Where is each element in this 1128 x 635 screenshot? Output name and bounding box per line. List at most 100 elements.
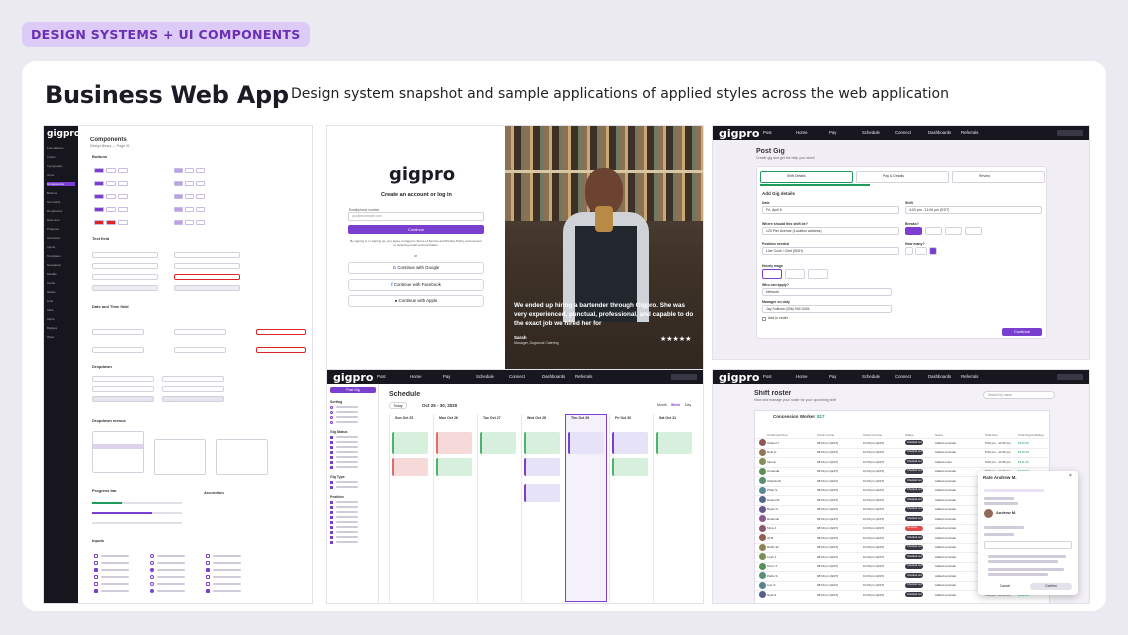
form-field[interactable]: Line Cook / Chef (BOH) xyxy=(762,247,899,255)
sample-dropdown-menu[interactable] xyxy=(92,431,144,473)
nav-item-post[interactable]: Post xyxy=(763,374,772,379)
gig-card[interactable] xyxy=(480,432,516,454)
sidebar-item[interactable]: Components xyxy=(47,182,75,186)
sample-button-small[interactable] xyxy=(185,207,194,212)
sample-button[interactable] xyxy=(94,194,104,199)
filter-checkbox[interactable] xyxy=(330,416,333,419)
view-tab-week[interactable]: Week xyxy=(671,403,680,407)
sample-text-field[interactable] xyxy=(92,285,158,291)
sample-checkbox[interactable] xyxy=(206,568,210,572)
sample-checkbox[interactable] xyxy=(206,554,210,558)
sample-button-small[interactable] xyxy=(196,220,205,225)
sidebar-item[interactable]: Lists xyxy=(47,299,75,303)
roster-search[interactable]: Search by name xyxy=(983,391,1055,399)
form-field[interactable]: Network xyxy=(762,288,892,296)
sample-button-small[interactable] xyxy=(196,194,205,199)
sidebar-item[interactable]: Modals xyxy=(47,272,75,276)
nav-item-home[interactable]: Home xyxy=(796,374,807,379)
nav-item-referrals[interactable]: Referrals xyxy=(575,374,592,379)
filter-checkbox[interactable] xyxy=(330,481,333,484)
nav-item-post[interactable]: Post xyxy=(763,130,772,135)
sample-button[interactable] xyxy=(106,207,116,212)
wage-option[interactable] xyxy=(808,269,828,279)
close-icon[interactable]: × xyxy=(1069,473,1072,479)
decrement-button[interactable] xyxy=(905,247,913,255)
sample-button[interactable] xyxy=(118,181,128,186)
sidebar-item[interactable]: Other xyxy=(47,335,75,339)
sample-dropdown[interactable] xyxy=(162,386,224,392)
sample-checkbox[interactable] xyxy=(150,554,154,558)
filter-checkbox[interactable] xyxy=(330,516,333,519)
filter-checkbox[interactable] xyxy=(330,461,333,464)
break-option[interactable] xyxy=(925,227,942,235)
post-gig-button[interactable]: Post Gig xyxy=(330,387,376,393)
sample-button[interactable] xyxy=(106,220,116,225)
sample-date-field[interactable] xyxy=(92,347,144,353)
continue-button[interactable]: Continue xyxy=(348,225,484,234)
form-field[interactable]: 4:00 pm - 11:00 pm (EDT) xyxy=(905,206,1042,214)
sample-button[interactable] xyxy=(106,194,116,199)
sample-dropdown-menu[interactable] xyxy=(216,439,268,475)
email-input[interactable]: you@example.com xyxy=(348,212,484,221)
sample-dropdown[interactable] xyxy=(162,376,224,382)
nav-item-pay[interactable]: Pay xyxy=(443,374,450,379)
sample-button-small[interactable] xyxy=(196,207,205,212)
repost-checkbox[interactable] xyxy=(762,317,766,321)
google-button[interactable]: G Continue with Google xyxy=(348,262,484,274)
nav-item-connect[interactable]: Connect xyxy=(509,374,525,379)
sample-text-field[interactable] xyxy=(92,274,158,280)
sample-button[interactable] xyxy=(94,207,104,212)
nav-item-home[interactable]: Home xyxy=(410,374,421,379)
filter-checkbox[interactable] xyxy=(330,451,333,454)
nav-item-schedule[interactable]: Schedule xyxy=(862,130,880,135)
sample-text-field[interactable] xyxy=(92,252,158,258)
sidebar-item[interactable]: Templates xyxy=(47,254,75,258)
sample-button[interactable] xyxy=(94,168,104,173)
sample-dropdown[interactable] xyxy=(92,396,154,402)
filter-checkbox[interactable] xyxy=(330,541,333,544)
sidebar-item[interactable]: Navigation xyxy=(47,263,75,267)
sample-button-small[interactable] xyxy=(174,168,183,173)
sample-dropdown[interactable] xyxy=(92,386,154,392)
filter-checkbox[interactable] xyxy=(330,531,333,534)
step-tab[interactable] xyxy=(952,171,1045,183)
sidebar-item[interactable]: Tables xyxy=(47,290,75,294)
gig-card[interactable] xyxy=(612,458,648,476)
sample-dropdown[interactable] xyxy=(162,396,224,402)
nav-item-connect[interactable]: Connect xyxy=(895,374,911,379)
sample-text-field[interactable] xyxy=(174,285,240,291)
gig-card[interactable] xyxy=(436,432,472,454)
filter-checkbox[interactable] xyxy=(330,406,333,409)
account-menu[interactable] xyxy=(1057,130,1083,136)
form-field[interactable]: 123 Pier Avenue (Location address) xyxy=(762,227,899,235)
sidebar-item[interactable]: Cards xyxy=(47,281,75,285)
gig-card[interactable] xyxy=(392,458,428,476)
sample-button-small[interactable] xyxy=(185,168,194,173)
wage-option[interactable] xyxy=(762,269,782,279)
sample-button-small[interactable] xyxy=(196,168,205,173)
sample-button-small[interactable] xyxy=(196,181,205,186)
form-field[interactable]: Jay Sullivan (336) 992-0404 xyxy=(762,305,892,313)
sidebar-item[interactable]: Date time xyxy=(47,218,75,222)
nav-item-schedule[interactable]: Schedule xyxy=(476,374,494,379)
break-option[interactable] xyxy=(905,227,922,235)
sample-checkbox[interactable] xyxy=(94,554,98,558)
nav-item-dashboards[interactable]: Dashboards xyxy=(928,130,951,135)
gig-card[interactable] xyxy=(392,432,428,454)
filter-checkbox[interactable] xyxy=(330,446,333,449)
sample-checkbox[interactable] xyxy=(206,589,210,593)
continue-gig-button[interactable]: Continue xyxy=(1002,328,1042,336)
increment-button[interactable] xyxy=(929,247,937,255)
sample-checkbox[interactable] xyxy=(94,589,98,593)
nav-item-post[interactable]: Post xyxy=(377,374,386,379)
sample-checkbox[interactable] xyxy=(150,561,154,565)
filter-checkbox[interactable] xyxy=(330,441,333,444)
account-menu[interactable] xyxy=(671,374,697,380)
filter-checkbox[interactable] xyxy=(330,526,333,529)
gig-card[interactable] xyxy=(568,432,604,454)
sample-checkbox[interactable] xyxy=(94,568,98,572)
sample-button-small[interactable] xyxy=(174,194,183,199)
step-tab[interactable] xyxy=(760,171,853,183)
filter-checkbox[interactable] xyxy=(330,501,333,504)
modal-cancel-button[interactable]: Cancel xyxy=(984,583,1026,590)
